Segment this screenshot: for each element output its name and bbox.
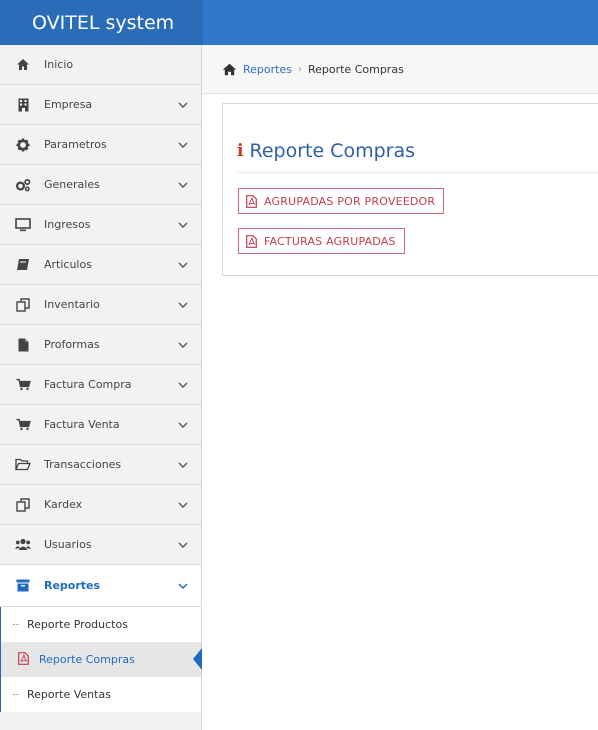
sidebar-item-label: Factura Compra: [44, 378, 132, 391]
sidebar-item-label: Inicio: [44, 58, 74, 71]
sidebar-item-empresa[interactable]: Empresa: [0, 85, 201, 125]
file-icon: [15, 337, 31, 353]
sidebar-item-usuarios[interactable]: Usuarios: [0, 525, 201, 565]
chevron-down-icon: [177, 99, 189, 111]
grouped-invoices-button[interactable]: FACTURAS AGRUPADAS: [238, 228, 405, 254]
tree-connector: [13, 624, 19, 625]
breadcrumb: Reportes › Reporte Compras: [202, 45, 598, 94]
archive-icon: [15, 578, 31, 594]
sidebar-item-label: Parametros: [44, 138, 107, 151]
app-title[interactable]: OVITEL system: [0, 0, 203, 45]
sidebar-item-ingresos[interactable]: Ingresos: [0, 205, 201, 245]
chevron-down-icon: [177, 459, 189, 471]
submenu-item-reporte-compras[interactable]: Reporte Compras: [1, 642, 202, 677]
sidebar-item-label: Proformas: [44, 338, 100, 351]
gears-icon: [15, 177, 31, 193]
chevron-down-icon: [177, 219, 189, 231]
tree-connector: [13, 694, 19, 695]
sidebar-item-label: Transacciones: [44, 458, 122, 471]
sidebar-item-kardex[interactable]: Kardex: [0, 485, 201, 525]
sidebar-item-inicio[interactable]: Inicio: [0, 45, 201, 85]
sidebar-item-label: Kardex: [44, 498, 83, 511]
home-icon: [15, 57, 31, 73]
chevron-down-icon: [177, 499, 189, 511]
sidebar-item-label: Inventario: [44, 298, 100, 311]
chevron-down-icon: [177, 139, 189, 151]
sidebar-item-label: Factura Venta: [44, 418, 120, 431]
home-icon[interactable]: [222, 63, 237, 76]
breadcrumb-separator-icon: ›: [297, 63, 302, 75]
sidebar-item-proformas[interactable]: Proformas: [0, 325, 201, 365]
report-panel: i Reporte Compras AGRUPADAS POR PROVEEDO…: [222, 103, 598, 276]
chevron-down-icon: [177, 379, 189, 391]
breadcrumb-link-reportes[interactable]: Reportes: [243, 63, 292, 76]
sidebar-item-label: Articulos: [44, 258, 92, 271]
divider: [237, 172, 598, 173]
button-label: FACTURAS AGRUPADAS: [264, 234, 396, 248]
submenu-item-reporte-ventas[interactable]: Reporte Ventas: [1, 677, 201, 712]
grouped-by-supplier-button[interactable]: AGRUPADAS POR PROVEEDOR: [238, 188, 445, 214]
sidebar-item-label: Reportes: [44, 579, 101, 592]
sidebar-item-label: Empresa: [44, 98, 93, 111]
sidebar: Inicio Empresa Parametros Generales Ingr…: [0, 45, 202, 730]
chevron-down-icon: [177, 179, 189, 191]
pdf-file-icon: [246, 234, 257, 248]
building-icon: [15, 97, 31, 113]
active-pointer: [193, 648, 202, 670]
book-icon: [15, 257, 31, 273]
submenu-item-label: Reporte Ventas: [27, 688, 111, 701]
cart-icon: [15, 417, 31, 433]
sidebar-item-label: Generales: [44, 178, 100, 191]
sidebar-item-factura-compra[interactable]: Factura Compra: [0, 365, 201, 405]
submenu-item-label: Reporte Compras: [39, 653, 135, 666]
sidebar-item-reportes[interactable]: Reportes: [0, 565, 201, 607]
chevron-down-icon: [177, 299, 189, 311]
chevron-down-icon: [177, 339, 189, 351]
chevron-down-icon: [177, 259, 189, 271]
sidebar-item-factura-venta[interactable]: Factura Venta: [0, 405, 201, 445]
chevron-down-icon: [177, 419, 189, 431]
submenu-item-label: Reporte Productos: [27, 618, 128, 631]
info-icon: i: [237, 141, 244, 161]
breadcrumb-current: Reporte Compras: [307, 62, 404, 76]
sidebar-item-label: Ingresos: [44, 218, 91, 231]
sidebar-item-inventario[interactable]: Inventario: [0, 285, 201, 325]
cart-icon: [15, 377, 31, 393]
users-icon: [15, 537, 31, 553]
pdf-file-icon: [18, 651, 29, 668]
button-label: AGRUPADAS POR PROVEEDOR: [264, 194, 436, 208]
folder-open-icon: [15, 457, 31, 473]
page-title-text: Reporte Compras: [249, 140, 415, 162]
sidebar-item-label: Usuarios: [44, 538, 92, 551]
chevron-down-icon: [177, 580, 189, 592]
sidebar-item-transacciones[interactable]: Transacciones: [0, 445, 201, 485]
gear-icon: [15, 137, 31, 153]
pdf-file-icon: [246, 194, 257, 208]
copy-icon: [15, 297, 31, 313]
monitor-icon: [15, 217, 31, 233]
page-title: i Reporte Compras: [237, 140, 415, 162]
sidebar-item-parametros[interactable]: Parametros: [0, 125, 201, 165]
reportes-submenu: Reporte Productos Reporte Compras Report…: [0, 607, 202, 712]
sidebar-item-generales[interactable]: Generales: [0, 165, 201, 205]
submenu-item-reporte-productos[interactable]: Reporte Productos: [1, 607, 201, 642]
chevron-down-icon: [177, 539, 189, 551]
copy-icon: [15, 497, 31, 513]
sidebar-item-articulos[interactable]: Articulos: [0, 245, 201, 285]
